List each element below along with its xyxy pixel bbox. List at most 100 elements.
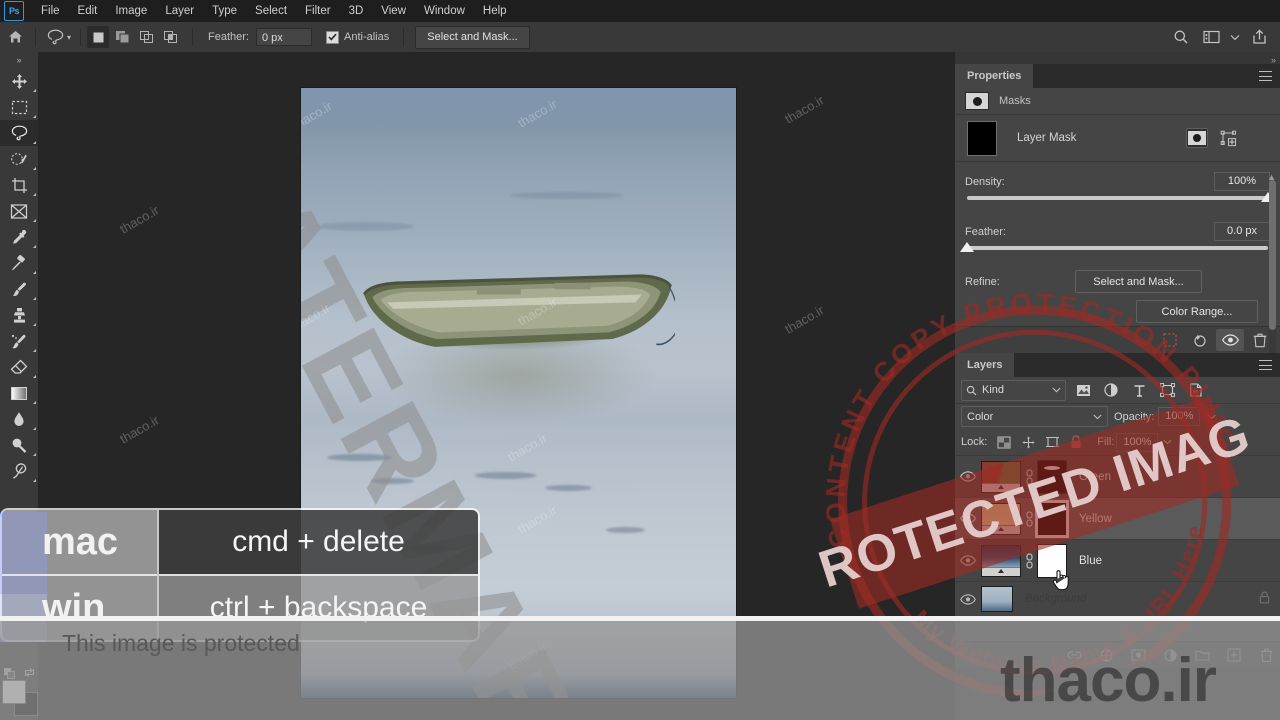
eraser-tool[interactable] (0, 354, 38, 380)
selection-mode-add[interactable] (111, 26, 133, 48)
table-row[interactable]: Background (955, 582, 1280, 616)
layer-visibility-toggle[interactable] (955, 498, 981, 539)
lock-bar: Lock: Fill: 100% (955, 429, 1280, 456)
filter-kind-select[interactable]: Kind (961, 379, 1066, 401)
layer-thumbnail[interactable] (981, 586, 1013, 612)
opacity-chevron-icon[interactable] (1204, 408, 1218, 425)
quick-selection-tool[interactable] (0, 146, 38, 172)
panel-menu-icon[interactable] (1259, 360, 1272, 370)
eyedropper-tool[interactable] (0, 224, 38, 250)
feather-control: Feather: 0.0 px (955, 206, 1280, 256)
layer-visibility-toggle[interactable] (955, 579, 981, 620)
menu-help[interactable]: Help (474, 0, 516, 22)
selection-mode-new[interactable] (87, 26, 110, 48)
layer-mask-thumbnail[interactable] (1035, 499, 1069, 538)
layer-mask-thumbnail[interactable] (1037, 459, 1067, 494)
lock-transparent-pixels-icon[interactable] (993, 432, 1015, 452)
history-brush-tool[interactable] (0, 328, 38, 354)
layer-thumbnail[interactable] (981, 502, 1021, 535)
layer-name[interactable]: Yellow (1079, 513, 1112, 525)
feather-slider-track[interactable] (960, 242, 1268, 252)
density-slider-track[interactable] (967, 192, 1275, 202)
adjustment-filter-icon[interactable] (1100, 380, 1122, 400)
masks-section-header: Masks (955, 88, 1280, 115)
pixel-mask-icon (965, 92, 989, 110)
spot-healing-brush-tool[interactable] (0, 250, 38, 276)
select-and-mask-button[interactable]: Select and Mask... (415, 25, 530, 49)
select-and-mask-button[interactable]: Select and Mask... (1075, 270, 1202, 293)
selection-mode-subtract[interactable] (135, 26, 157, 48)
menu-image[interactable]: Image (106, 0, 156, 22)
table-row[interactable]: Green (955, 456, 1280, 498)
layer-visibility-toggle[interactable] (955, 456, 981, 497)
menu-3d[interactable]: 3D (340, 0, 373, 22)
layer-name[interactable]: Blue (1079, 555, 1102, 567)
brush-tool[interactable] (0, 276, 38, 302)
blend-mode-select[interactable]: Color (961, 406, 1108, 427)
dodge-tool[interactable] (0, 432, 38, 458)
apply-mask-icon[interactable] (1186, 329, 1214, 351)
home-icon[interactable] (0, 22, 30, 52)
density-input[interactable]: 100% (1214, 172, 1270, 191)
move-tool[interactable] (0, 68, 38, 94)
panel-menu-icon[interactable] (1259, 71, 1272, 81)
double-chevron-right-icon[interactable]: » (0, 52, 38, 68)
layer-mask-thumbnail[interactable] (967, 120, 997, 156)
layer-name[interactable]: Green (1079, 471, 1111, 483)
lock-all-icon[interactable] (1065, 432, 1087, 452)
menu-view[interactable]: View (372, 0, 415, 22)
pixel-mask-icon[interactable] (1186, 128, 1208, 148)
antialias-checkbox[interactable]: Anti-alias (325, 30, 389, 44)
rectangular-marquee-tool[interactable] (0, 94, 38, 120)
crop-tool[interactable] (0, 172, 38, 198)
shape-filter-icon[interactable] (1156, 380, 1178, 400)
opacity-input[interactable]: 100% (1158, 407, 1201, 426)
toggle-mask-visibility-icon[interactable] (1216, 329, 1244, 351)
menu-layer[interactable]: Layer (156, 0, 203, 22)
color-range-button[interactable]: Color Range... (1136, 300, 1258, 323)
menu-file[interactable]: File (32, 0, 69, 22)
feather-input[interactable]: 0.0 px (1214, 222, 1270, 241)
layer-link-icon[interactable] (1021, 468, 1037, 485)
lasso-tool[interactable] (0, 120, 38, 146)
scroll-up-icon[interactable]: ▲ (1267, 172, 1276, 182)
share-icon[interactable] (1246, 24, 1272, 50)
fill-input[interactable]: 100% (1116, 432, 1159, 452)
smart-object-filter-icon[interactable] (1184, 380, 1206, 400)
table-row[interactable]: Yellow (955, 498, 1280, 540)
type-filter-icon[interactable] (1128, 380, 1150, 400)
menu-type[interactable]: Type (203, 0, 246, 22)
menu-filter[interactable]: Filter (296, 0, 340, 22)
chevron-down-icon[interactable] (1228, 24, 1242, 50)
layer-thumbnail[interactable] (981, 544, 1021, 577)
layer-mask-row[interactable]: Layer Mask (955, 115, 1280, 162)
layer-link-icon[interactable] (1021, 552, 1037, 569)
workspace-icon[interactable] (1198, 24, 1224, 50)
tool-more-triangle (33, 479, 36, 482)
lasso-tool-icon[interactable] (41, 23, 69, 51)
lock-image-pixels-icon[interactable] (1017, 432, 1039, 452)
menu-edit[interactable]: Edit (69, 0, 107, 22)
gradient-tool[interactable] (0, 380, 38, 406)
menu-window[interactable]: Window (415, 0, 474, 22)
layer-thumbnail[interactable] (981, 460, 1021, 493)
feather-input[interactable]: 0 px (255, 28, 312, 46)
selection-mode-intersect[interactable] (159, 26, 181, 48)
layer-visibility-toggle[interactable] (955, 540, 981, 581)
load-selection-icon[interactable] (1156, 329, 1184, 351)
pixel-filter-icon[interactable] (1072, 380, 1094, 400)
lock-position-icon[interactable] (1041, 432, 1063, 452)
pen-tool[interactable] (0, 458, 38, 484)
clone-stamp-tool[interactable] (0, 302, 38, 328)
tab-layers[interactable]: Layers (955, 353, 1015, 377)
table-row[interactable]: Blue (955, 540, 1280, 582)
frame-tool[interactable] (0, 198, 38, 224)
feather-slider-thumb[interactable] (960, 242, 974, 252)
menu-select[interactable]: Select (246, 0, 296, 22)
blur-tool[interactable] (0, 406, 38, 432)
tab-properties[interactable]: Properties (955, 64, 1034, 88)
search-icon[interactable] (1168, 24, 1194, 50)
fill-chevron-icon[interactable] (1160, 434, 1174, 451)
vector-mask-icon[interactable] (1218, 129, 1238, 147)
layer-link-icon[interactable] (1021, 510, 1037, 527)
